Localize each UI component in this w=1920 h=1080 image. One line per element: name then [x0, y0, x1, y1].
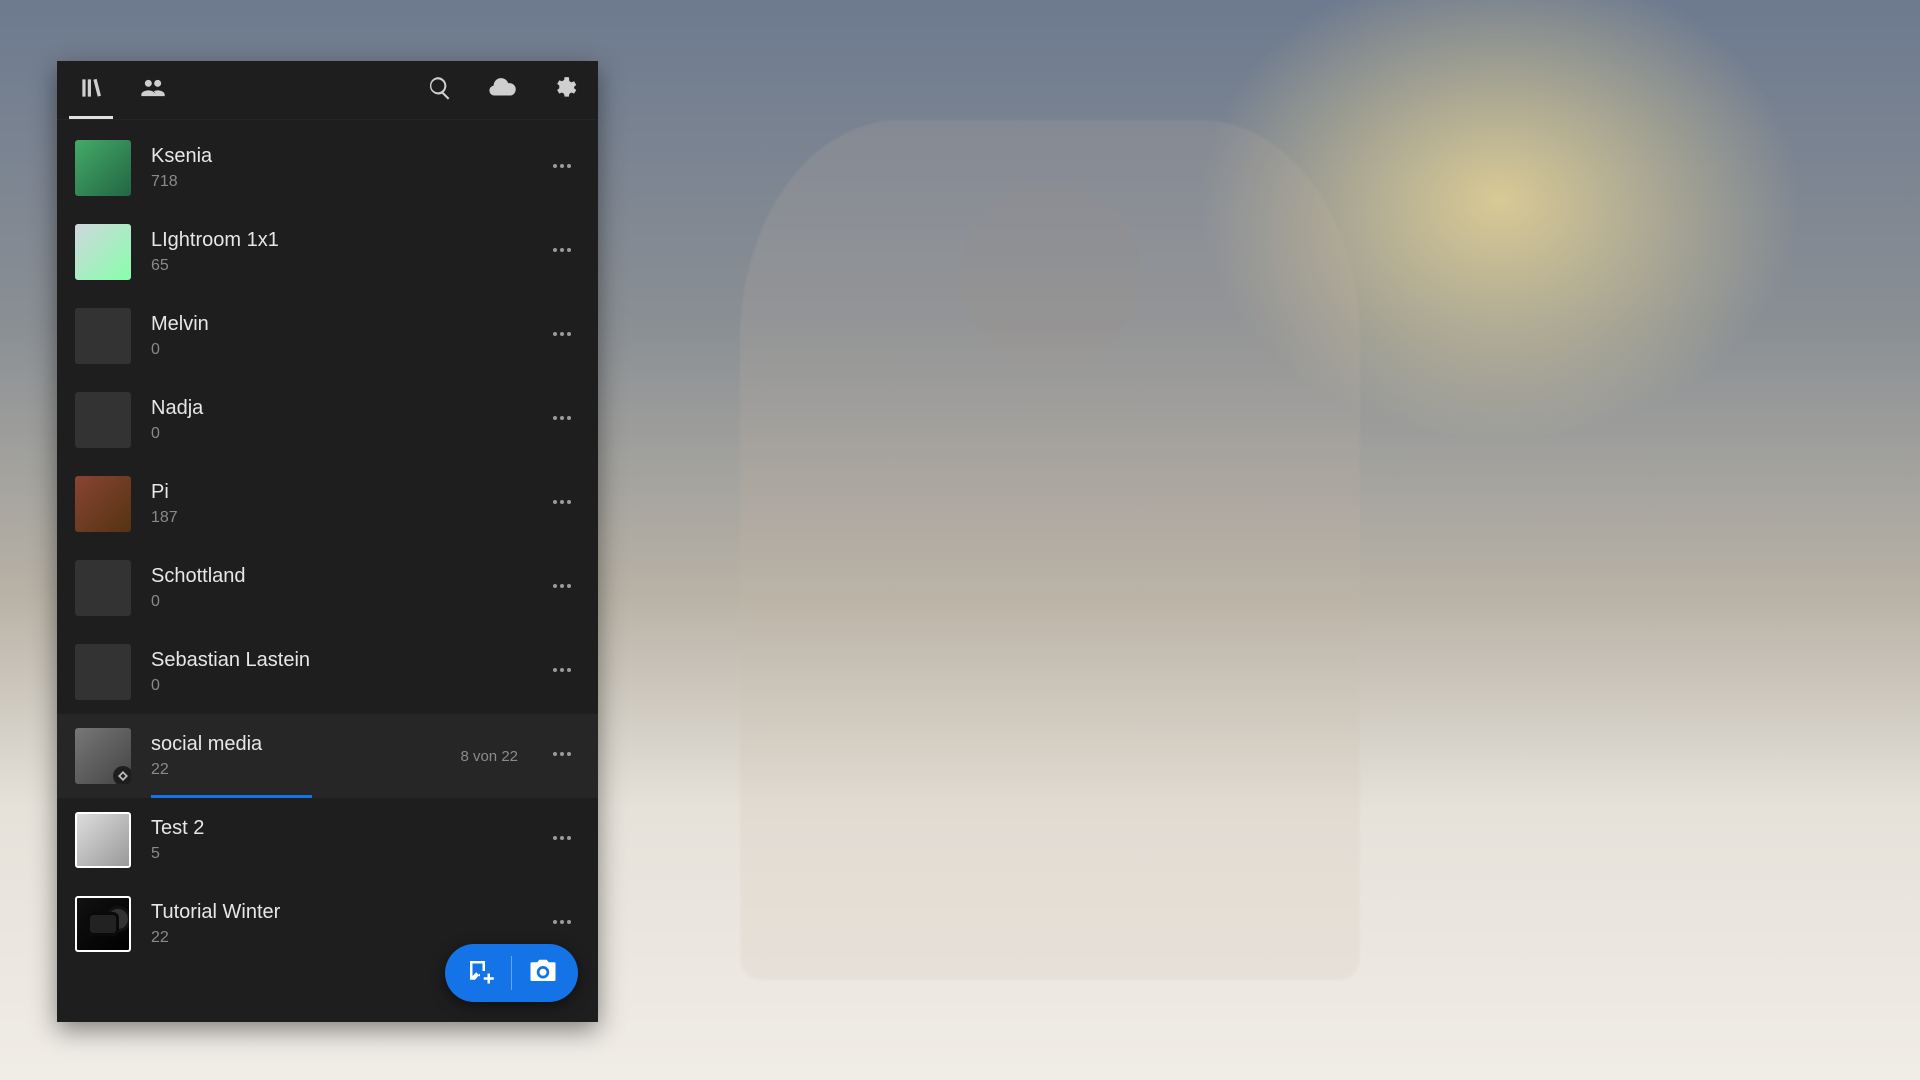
album-count: 22: [151, 761, 440, 779]
album-meta: social media 22: [151, 733, 440, 779]
album-thumbnail: [75, 644, 131, 700]
more-icon: [550, 322, 574, 351]
more-icon: [550, 658, 574, 687]
more-icon: [550, 826, 574, 855]
album-count: 187: [151, 509, 524, 527]
album-row[interactable]: Nadja 0: [57, 378, 598, 462]
camera-button[interactable]: [518, 948, 568, 998]
album-meta: Schottland 0: [151, 565, 524, 611]
album-count: 718: [151, 173, 524, 191]
album-title: Melvin: [151, 313, 524, 335]
album-title: Test 2: [151, 817, 524, 839]
lightroom-panel: Ksenia 718 LIghtroom 1x1 65 Melvin 0 Nadja 0 Pi 1…: [57, 61, 598, 1022]
album-more-button[interactable]: [544, 742, 580, 771]
album-more-button[interactable]: [544, 154, 580, 183]
album-count: 0: [151, 425, 524, 443]
cloud-button[interactable]: [482, 70, 522, 110]
album-row[interactable]: Sebastian Lastein 0: [57, 630, 598, 714]
album-thumbnail: [75, 224, 131, 280]
album-meta: Tutorial Winter22: [151, 901, 524, 947]
album-more-button[interactable]: [544, 322, 580, 351]
album-thumbnail: [75, 308, 131, 364]
album-count: 0: [151, 593, 524, 611]
album-more-button[interactable]: [544, 406, 580, 435]
album-title: Ksenia: [151, 145, 524, 167]
album-title: Pi: [151, 481, 524, 503]
cloud-icon: [487, 73, 517, 108]
add-fab: [445, 944, 578, 1002]
album-thumbnail: [75, 140, 131, 196]
album-meta: Pi 187: [151, 481, 524, 527]
camera-icon: [528, 956, 558, 991]
more-icon: [550, 154, 574, 183]
album-row[interactable]: Pi 187: [57, 462, 598, 546]
sync-badge: [113, 766, 131, 784]
settings-button[interactable]: [544, 70, 584, 110]
album-count: 5: [151, 845, 524, 863]
more-icon: [550, 910, 574, 939]
album-thumbnail: [75, 728, 131, 784]
album-title: Schottland: [151, 565, 524, 587]
album-more-button[interactable]: [544, 238, 580, 267]
album-title: Nadja: [151, 397, 524, 419]
album-thumbnail: [75, 812, 131, 868]
album-title: Sebastian Lastein: [151, 649, 524, 671]
add-image-icon: [465, 956, 495, 991]
album-meta: Nadja 0: [151, 397, 524, 443]
more-icon: [550, 742, 574, 771]
album-more-button[interactable]: [544, 826, 580, 855]
tab-library[interactable]: [71, 62, 111, 118]
more-icon: [550, 406, 574, 435]
album-row[interactable]: Melvin 0: [57, 294, 598, 378]
album-row[interactable]: social media 22 8 von 22: [57, 714, 598, 798]
album-row[interactable]: Ksenia 718: [57, 126, 598, 210]
search-icon: [427, 75, 453, 106]
import-button[interactable]: [455, 948, 505, 998]
more-icon: [550, 574, 574, 603]
album-thumbnail: [75, 392, 131, 448]
gear-icon: [551, 75, 577, 106]
search-button[interactable]: [420, 70, 460, 110]
album-count: 65: [151, 257, 524, 275]
top-bar: [57, 61, 598, 120]
album-title: social media: [151, 733, 440, 755]
album-meta: Test 2 5: [151, 817, 524, 863]
album-more-button[interactable]: [544, 490, 580, 519]
album-count: 0: [151, 341, 524, 359]
album-title: LIghtroom 1x1: [151, 229, 524, 251]
people-icon: [139, 74, 167, 107]
album-row[interactable]: Schottland 0: [57, 546, 598, 630]
album-count: 0: [151, 677, 524, 695]
album-meta: Ksenia 718: [151, 145, 524, 191]
album-meta: Sebastian Lastein 0: [151, 649, 524, 695]
album-meta: LIghtroom 1x1 65: [151, 229, 524, 275]
album-more-button[interactable]: [544, 910, 580, 939]
fab-divider: [511, 956, 512, 990]
album-thumbnail: [75, 896, 131, 952]
sync-status: 8 von 22: [460, 748, 518, 765]
tab-shared[interactable]: [133, 62, 173, 118]
album-thumbnail: [75, 560, 131, 616]
album-row[interactable]: LIghtroom 1x1 65: [57, 210, 598, 294]
presenter-figure: [740, 120, 1360, 980]
more-icon: [550, 490, 574, 519]
album-thumbnail: [75, 476, 131, 532]
album-meta: Melvin 0: [151, 313, 524, 359]
album-more-button[interactable]: [544, 658, 580, 687]
album-row[interactable]: Test 2 5: [57, 798, 598, 882]
album-list[interactable]: Ksenia 718 LIghtroom 1x1 65 Melvin 0 Nadja 0 Pi 1…: [57, 120, 598, 1022]
library-icon: [78, 75, 104, 106]
more-icon: [550, 238, 574, 267]
album-more-button[interactable]: [544, 574, 580, 603]
album-title: Tutorial Winter: [151, 901, 524, 923]
